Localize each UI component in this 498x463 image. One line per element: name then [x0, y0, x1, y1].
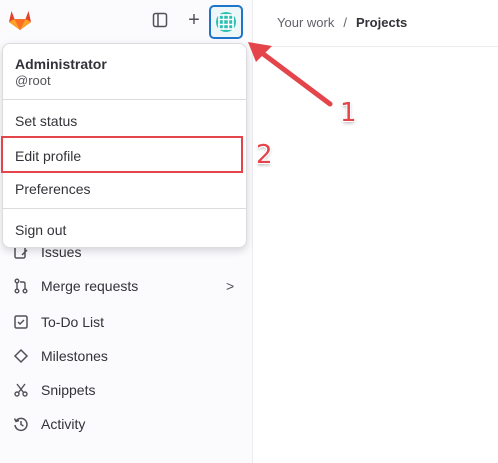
step-number-2: 2 — [256, 140, 273, 170]
set-status-menu-item[interactable]: Set status — [15, 113, 77, 129]
user-name[interactable]: Administrator — [15, 56, 107, 72]
sidebar-item-label: To-Do List — [41, 314, 105, 330]
sidebar-item-milestones[interactable]: Milestones — [0, 341, 252, 371]
sidebar-item-label: Merge requests — [41, 278, 139, 294]
activity-icon — [12, 415, 30, 433]
chevron-right-icon: > — [226, 278, 235, 294]
edit-profile-highlight — [1, 136, 243, 173]
sidebar-item-todo-list[interactable]: To-Do List — [0, 307, 252, 337]
annotation-arrow-icon — [248, 42, 333, 107]
breadcrumb: Your work / Projects — [277, 15, 407, 30]
step-number-1: 1 — [340, 98, 357, 128]
breadcrumb-parent-link[interactable]: Your work — [277, 15, 334, 30]
sidebar-item-label: Activity — [41, 416, 86, 432]
sidebar-item-merge-requests[interactable]: Merge requests > — [0, 271, 252, 301]
sidebar-toggle-icon[interactable] — [148, 8, 172, 32]
milestone-icon — [12, 347, 30, 365]
preferences-menu-item[interactable]: Preferences — [15, 181, 90, 197]
user-avatar-icon — [216, 12, 236, 32]
menu-divider — [3, 99, 246, 100]
breadcrumb-current: Projects — [355, 15, 408, 30]
sidebar-item-activity[interactable]: Activity — [0, 409, 252, 439]
sidebar-item-label: Milestones — [41, 348, 108, 364]
sidebar-item-snippets[interactable]: Snippets — [0, 375, 252, 405]
menu-divider — [3, 208, 246, 209]
todo-icon — [12, 313, 30, 331]
breadcrumb-separator: / — [343, 15, 347, 30]
user-handle: @root — [15, 73, 51, 88]
sidebar-item-label: Snippets — [41, 382, 96, 398]
merge-request-icon — [12, 277, 30, 295]
create-new-button[interactable]: + — [182, 8, 206, 32]
snippets-icon — [12, 381, 30, 399]
gitlab-logo-icon[interactable] — [8, 8, 32, 32]
user-avatar-button[interactable] — [209, 5, 243, 39]
sign-out-menu-item[interactable]: Sign out — [15, 222, 66, 238]
